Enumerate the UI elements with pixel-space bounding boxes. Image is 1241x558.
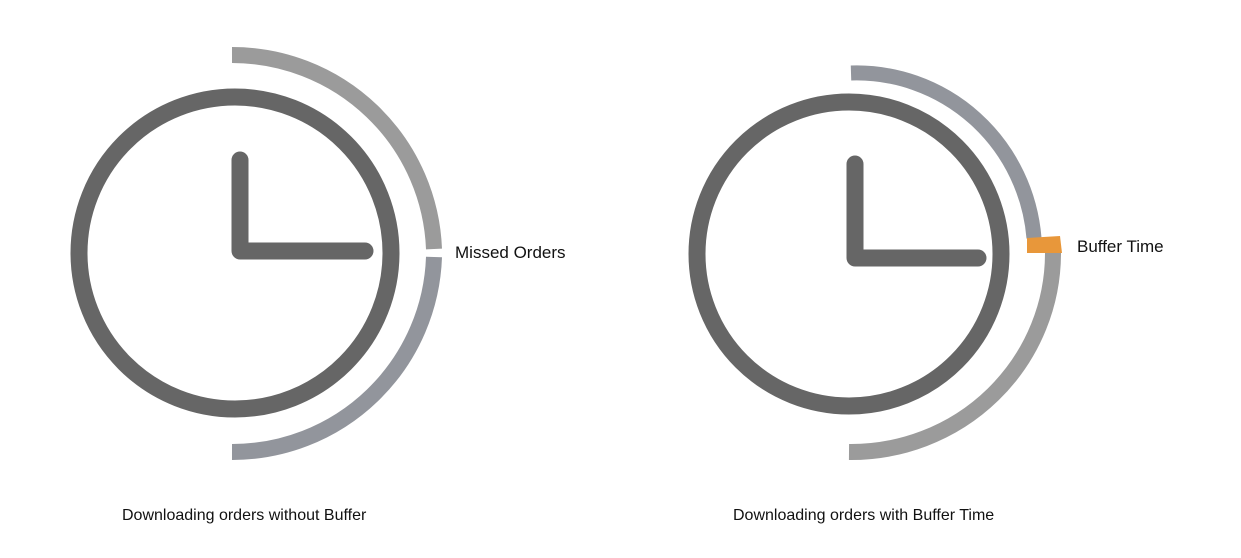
clock-left-hands <box>231 151 374 260</box>
arc-left-upper <box>231 46 442 250</box>
caption-without-buffer: Downloading orders without Buffer <box>122 507 367 524</box>
clock-left <box>70 46 442 460</box>
buffer-time-marker <box>1027 236 1062 253</box>
missed-orders-label: Missed Orders <box>455 243 566 262</box>
arc-left-lower <box>231 256 442 460</box>
clock-right-hands <box>846 155 987 267</box>
diagram-canvas <box>70 46 1062 461</box>
clock-right <box>688 65 1062 461</box>
caption-with-buffer: Downloading orders with Buffer Time <box>733 507 995 524</box>
buffer-time-label: Buffer Time <box>1077 237 1164 256</box>
arc-right-lower <box>848 252 1061 461</box>
